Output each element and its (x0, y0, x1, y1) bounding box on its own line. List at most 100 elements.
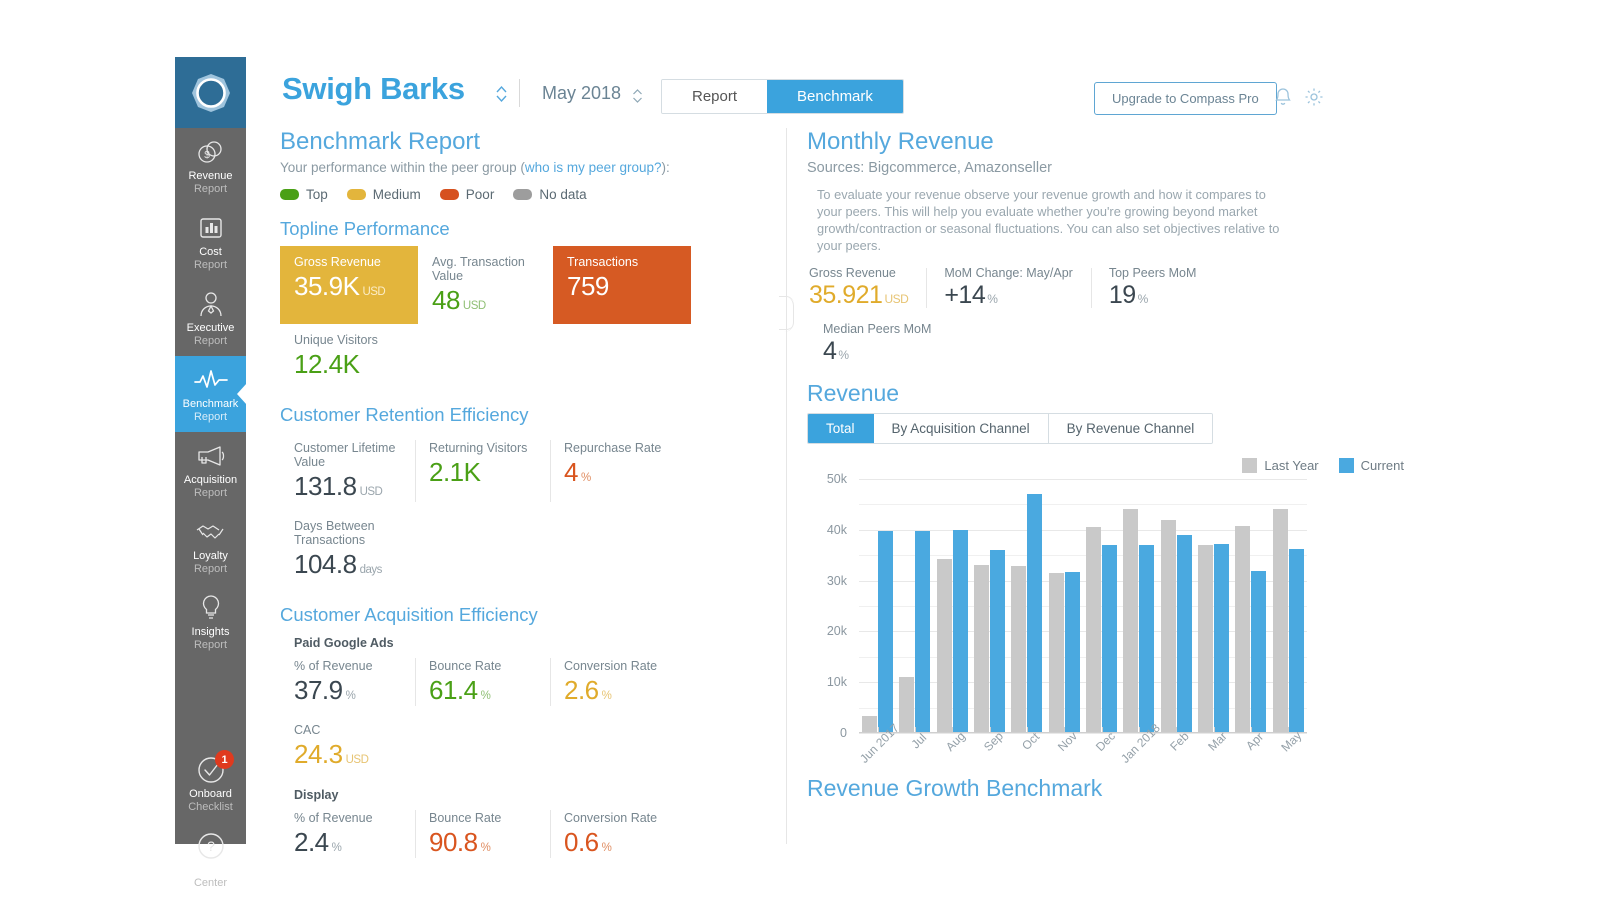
metric-label: MoM Change: May/Apr (944, 266, 1073, 280)
kpi-customer-lifetime-value[interactable]: Customer Lifetime Value 131.8 USD (280, 432, 415, 510)
bar-last-year[interactable] (1011, 566, 1027, 733)
bar-group[interactable] (859, 479, 896, 733)
sidebar-item-acquisition[interactable]: Acquisition Report (175, 432, 246, 508)
bar-current[interactable] (1064, 572, 1080, 733)
tab-benchmark[interactable]: Benchmark (767, 80, 903, 113)
kpi-unique-visitors[interactable]: Unique Visitors 12.4K (280, 324, 415, 388)
bar-current[interactable] (915, 530, 931, 733)
bar-current[interactable] (952, 529, 968, 733)
metric-value: 35.921 USD (809, 281, 909, 310)
kpi-pct-of-revenue-display[interactable]: % of Revenue 2.4% (280, 802, 415, 866)
kpi-label: Avg. Transaction Value (432, 255, 525, 283)
bar-current[interactable] (1139, 545, 1155, 733)
bar-group[interactable] (1195, 479, 1232, 733)
metric-median-peers-mom[interactable]: Median Peers MoM 4% (807, 322, 949, 366)
bar-group[interactable] (934, 479, 971, 733)
bar-current[interactable] (1176, 534, 1192, 733)
sidebar-label-line1: Acquisition (183, 474, 238, 486)
kpi-label: % of Revenue (294, 659, 373, 673)
sidebar-item-executive[interactable]: Executive Report (175, 280, 246, 356)
bar-last-year[interactable] (899, 677, 915, 733)
tab-by-acquisition-channel[interactable]: By Acquisition Channel (873, 414, 1049, 443)
x-tick-label: Feb (1167, 729, 1193, 754)
kpi-conversion-rate-display[interactable]: Conversion Rate 0.6% (550, 802, 685, 866)
bar-group[interactable] (896, 479, 933, 733)
sidebar-item-help-center[interactable]: ? Help Center (175, 822, 246, 898)
app-logo[interactable] (175, 57, 246, 128)
bar-current[interactable] (1214, 543, 1230, 733)
kpi-number: 0.6 (564, 827, 599, 857)
bar-last-year[interactable] (1272, 509, 1288, 733)
kpi-bounce-rate-google[interactable]: Bounce Rate 61.4% (415, 650, 550, 714)
brand-title[interactable]: Swigh Barks (282, 71, 465, 107)
bar-last-year[interactable] (1086, 527, 1102, 733)
kpi-conversion-rate-google[interactable]: Conversion Rate 2.6% (550, 650, 685, 714)
legend-label: Poor (465, 187, 495, 202)
kpi-avg-transaction-value[interactable]: Avg. Transaction Value 48 USD (418, 246, 553, 324)
kpi-transactions[interactable]: Transactions 759 (553, 246, 691, 324)
sidebar-item-insights[interactable]: Insights Report (175, 584, 246, 660)
bar-group[interactable] (1232, 479, 1269, 733)
upgrade-button[interactable]: Upgrade to Compass Pro (1094, 82, 1277, 115)
bar-current[interactable] (1251, 571, 1267, 733)
kpi-unit: USD (345, 754, 369, 766)
x-label-wrap: Dec (1083, 727, 1120, 761)
kpi-bounce-rate-display[interactable]: Bounce Rate 90.8% (415, 802, 550, 866)
bar-current[interactable] (1027, 494, 1043, 733)
tab-report[interactable]: Report (662, 80, 768, 113)
sidebar-item-loyalty[interactable]: Loyalty Report (175, 508, 246, 584)
bar-last-year[interactable] (1198, 545, 1214, 733)
gear-icon[interactable] (1304, 87, 1324, 112)
x-tick-label: Dec (1092, 728, 1118, 754)
kpi-number: 104.8 (294, 549, 357, 579)
sidebar-item-onboard-checklist[interactable]: 1 Onboard Checklist (175, 746, 246, 822)
kpi-number: 61.4 (429, 675, 478, 705)
kpi-cac[interactable]: CAC 24.3 USD (280, 714, 415, 778)
x-label-wrap: Sep (971, 727, 1008, 761)
metric-gross-revenue[interactable]: Gross Revenue 35.921 USD (807, 266, 926, 310)
bar-group[interactable] (1046, 479, 1083, 733)
peer-group-link[interactable]: who is my peer group? (525, 160, 662, 175)
period-selector[interactable]: May 2018 (542, 83, 621, 104)
bar-last-year[interactable] (974, 565, 990, 733)
bar-group[interactable] (1008, 479, 1045, 733)
bar-last-year[interactable] (1123, 509, 1139, 733)
kpi-label: Transactions (567, 255, 639, 269)
bar-group[interactable] (1158, 479, 1195, 733)
sidebar-item-benchmark[interactable]: Benchmark Report (175, 356, 246, 432)
bar-last-year[interactable] (936, 558, 952, 733)
bar-last-year[interactable] (1160, 519, 1176, 733)
bar-group[interactable] (1270, 479, 1307, 733)
sidebar-item-cost[interactable]: Cost Report (175, 204, 246, 280)
chart-legend-current[interactable]: Current (1338, 458, 1404, 473)
chart-legend-last-year[interactable]: Last Year (1242, 458, 1319, 473)
bar-last-year[interactable] (1235, 525, 1251, 733)
y-tick-label: 50k (826, 472, 847, 486)
bar-current[interactable] (1288, 548, 1304, 733)
bar-group[interactable] (971, 479, 1008, 733)
bar-current[interactable] (878, 530, 894, 733)
tab-total[interactable]: Total (808, 414, 874, 443)
kpi-gross-revenue[interactable]: Gross Revenue 35.9K USD (280, 246, 418, 324)
period-chevron-icon[interactable] (631, 87, 644, 110)
kpi-label: Customer Lifetime Value (294, 441, 396, 469)
metric-top-peers-mom[interactable]: Top Peers MoM 19% (1090, 266, 1215, 310)
bell-icon[interactable] (1274, 87, 1292, 112)
benchmark-panel: Benchmark Report Your performance within… (246, 128, 786, 858)
kpi-days-between-transactions[interactable]: Days Between Transactions 104.8 days (280, 510, 415, 588)
metric-mom-change[interactable]: MoM Change: May/Apr +14% (926, 266, 1091, 310)
dashboard-root: $ Revenue Report Cost Report Executive R… (0, 0, 1600, 900)
kpi-value: 37.9% (294, 675, 415, 706)
kpi-repurchase-rate[interactable]: Repurchase Rate 4% (550, 432, 685, 510)
bar-group[interactable] (1120, 479, 1157, 733)
kpi-pct-of-revenue-google[interactable]: % of Revenue 37.9% (280, 650, 415, 714)
bar-current[interactable] (1102, 545, 1118, 733)
brand-switcher-icon[interactable] (494, 83, 509, 110)
bar-current[interactable] (990, 550, 1006, 733)
bar-last-year[interactable] (862, 716, 878, 733)
tab-by-revenue-channel[interactable]: By Revenue Channel (1048, 414, 1213, 443)
bar-group[interactable] (1083, 479, 1120, 733)
sidebar-item-revenue[interactable]: $ Revenue Report (175, 128, 246, 204)
kpi-returning-visitors[interactable]: Returning Visitors 2.1K (415, 432, 550, 510)
bar-last-year[interactable] (1048, 572, 1064, 733)
